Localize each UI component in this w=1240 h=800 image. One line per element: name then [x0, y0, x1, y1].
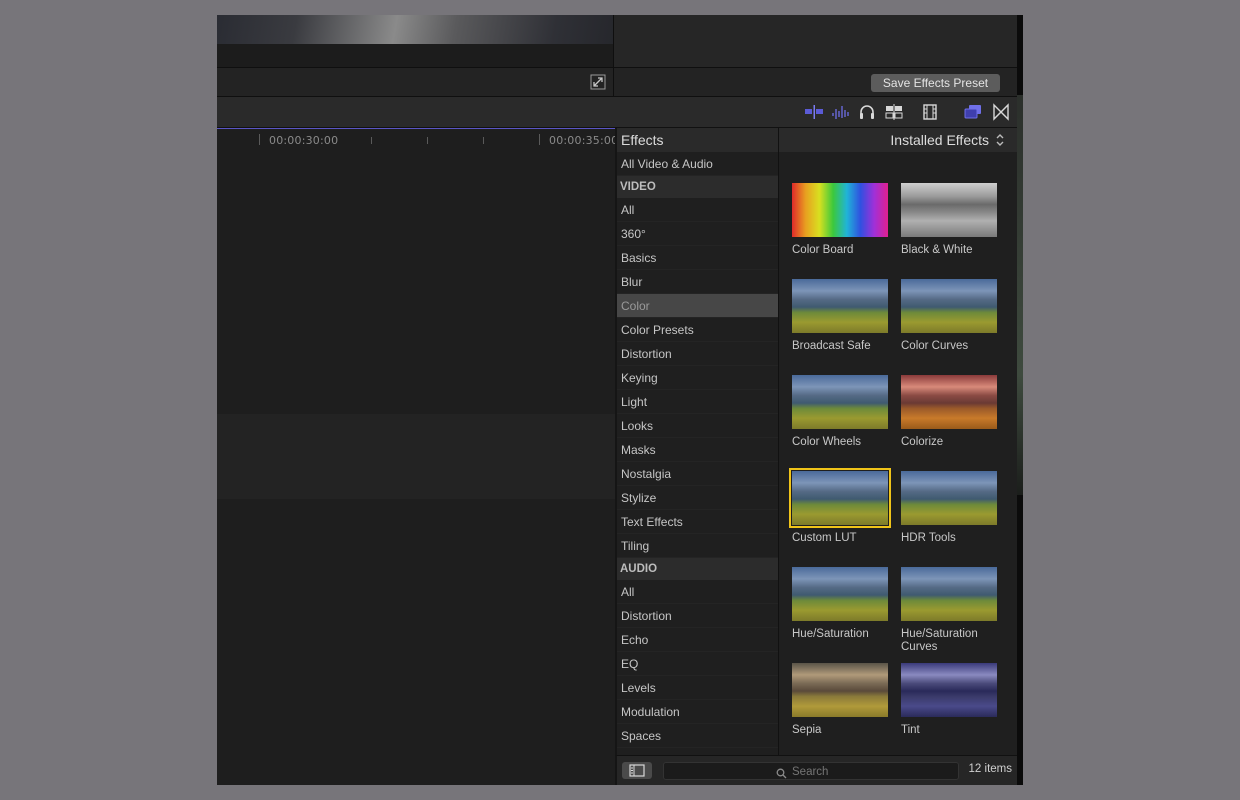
- category-item[interactable]: All: [617, 198, 778, 222]
- effect-label: Hue/Saturation Curves: [901, 628, 978, 653]
- headphones-icon[interactable]: [857, 103, 877, 121]
- search-icon: [776, 766, 787, 779]
- timeline-ruler[interactable]: 00:00:30:00 00:00:35:00: [217, 128, 619, 150]
- fcp-window: Save Effects Preset 00:00:30:00 00:00:35…: [217, 15, 1017, 785]
- category-item[interactable]: Color Presets: [617, 318, 778, 342]
- search-input[interactable]: [792, 764, 942, 779]
- viewer-frame: [217, 15, 613, 44]
- effect-thumbnail[interactable]: [901, 183, 997, 237]
- timecode-label: 00:00:30:00: [269, 134, 339, 147]
- chevron-updown-icon[interactable]: [995, 133, 1005, 147]
- category-item[interactable]: Echo: [617, 628, 778, 652]
- audio-section-header: AUDIO: [617, 558, 778, 580]
- window-edge: [1017, 15, 1023, 785]
- effects-sidebar: Effects All Video & Audio VIDEO All 360°…: [615, 128, 778, 785]
- effects-browser: Installed Effects Color Board Black & Wh…: [778, 128, 1017, 755]
- effect-tile-broadcast-safe[interactable]: Broadcast Safe: [792, 279, 892, 353]
- effect-label: Sepia: [792, 724, 822, 736]
- category-item[interactable]: Modulation: [617, 700, 778, 724]
- category-item[interactable]: EQ: [617, 652, 778, 676]
- effect-tile-custom-lut[interactable]: Custom LUT: [789, 468, 892, 545]
- effect-tile-color-board[interactable]: Color Board: [792, 183, 892, 257]
- effect-label: Color Wheels: [792, 436, 862, 448]
- effect-label: Color Board: [792, 244, 854, 256]
- category-item[interactable]: Basics: [617, 246, 778, 270]
- filmstrip-icon[interactable]: [920, 103, 940, 121]
- browser-bottom-bar: 12 items: [615, 755, 1017, 785]
- effect-tile-hdr-tools[interactable]: HDR Tools: [901, 471, 1001, 545]
- category-item[interactable]: Nostalgia: [617, 462, 778, 486]
- category-item[interactable]: Spaces: [617, 724, 778, 748]
- category-item[interactable]: Distortion: [617, 604, 778, 628]
- solo-icon[interactable]: [884, 103, 904, 121]
- effect-label: Colorize: [901, 436, 944, 448]
- effect-thumbnail[interactable]: [901, 663, 997, 717]
- category-item[interactable]: 360°: [617, 222, 778, 246]
- category-item[interactable]: Masks: [617, 438, 778, 462]
- timeline-track: [217, 414, 615, 499]
- effect-thumbnail-selected[interactable]: [789, 468, 891, 528]
- effects-sidebar-title: Effects: [617, 128, 778, 152]
- viewer-bar: Save Effects Preset: [217, 67, 1017, 97]
- category-item[interactable]: Light: [617, 390, 778, 414]
- installed-effects-popup[interactable]: Installed Effects: [890, 128, 989, 152]
- inspector-pane: [614, 15, 1017, 67]
- effect-label: Tint: [901, 724, 920, 736]
- effect-tile-colorize[interactable]: Colorize: [901, 375, 1001, 449]
- effect-label: Hue/Saturation: [792, 628, 869, 640]
- effect-tile-tint[interactable]: Tint: [901, 663, 1001, 737]
- effect-label: Color Curves: [901, 340, 969, 352]
- timeline[interactable]: 00:00:30:00 00:00:35:00: [217, 128, 619, 785]
- transitions-icon[interactable]: [991, 103, 1011, 121]
- timeline-toolbar: [217, 97, 1017, 128]
- category-item[interactable]: Looks: [617, 414, 778, 438]
- sidebar-toggle-button[interactable]: [622, 762, 652, 779]
- items-count: 12 items: [968, 763, 1012, 775]
- video-section-header: VIDEO: [617, 176, 778, 198]
- category-item[interactable]: Blur: [617, 270, 778, 294]
- effect-thumbnail[interactable]: [792, 183, 888, 237]
- category-item[interactable]: All: [617, 580, 778, 604]
- save-effects-preset-button[interactable]: Save Effects Preset: [871, 74, 1000, 92]
- search-field[interactable]: [663, 762, 959, 780]
- effect-label: HDR Tools: [901, 532, 956, 544]
- category-item[interactable]: Distortion: [617, 342, 778, 366]
- effect-label: Custom LUT: [792, 532, 857, 544]
- category-item[interactable]: Stylize: [617, 486, 778, 510]
- category-item[interactable]: Text Effects: [617, 510, 778, 534]
- effect-tile-color-curves[interactable]: Color Curves: [901, 279, 1001, 353]
- viewer: [217, 15, 1017, 67]
- fullscreen-icon[interactable]: [590, 74, 606, 90]
- category-all-video-audio[interactable]: All Video & Audio: [617, 152, 778, 176]
- effect-thumbnail[interactable]: [901, 375, 997, 429]
- effect-thumbnail[interactable]: [792, 663, 888, 717]
- effect-tile-sepia[interactable]: Sepia: [792, 663, 892, 737]
- audio-waveform-icon[interactable]: [831, 103, 851, 121]
- effect-thumbnail[interactable]: [792, 567, 888, 621]
- effect-tile-black-white[interactable]: Black & White: [901, 183, 1001, 257]
- timecode-label: 00:00:35:00: [549, 134, 619, 147]
- effect-thumbnail[interactable]: [901, 567, 997, 621]
- category-item[interactable]: Keying: [617, 366, 778, 390]
- category-item[interactable]: Tiling: [617, 534, 778, 558]
- category-item[interactable]: Levels: [617, 676, 778, 700]
- effect-label: Black & White: [901, 244, 973, 256]
- effect-thumbnail[interactable]: [901, 279, 997, 333]
- effect-tile-hue-saturation[interactable]: Hue/Saturation: [792, 567, 892, 641]
- clip-appearance-icon[interactable]: [804, 103, 824, 121]
- effects-browser-icon[interactable]: [963, 103, 983, 121]
- effect-label: Broadcast Safe: [792, 340, 871, 352]
- effect-thumbnail[interactable]: [792, 375, 888, 429]
- category-item-selected[interactable]: Color: [617, 294, 778, 318]
- effect-thumbnail[interactable]: [901, 471, 997, 525]
- effect-tile-hue-saturation-curves[interactable]: Hue/Saturation Curves: [901, 567, 1001, 654]
- sidebar-toggle-icon: [629, 764, 645, 777]
- effect-thumbnail[interactable]: [792, 279, 888, 333]
- effect-tile-color-wheels[interactable]: Color Wheels: [792, 375, 892, 449]
